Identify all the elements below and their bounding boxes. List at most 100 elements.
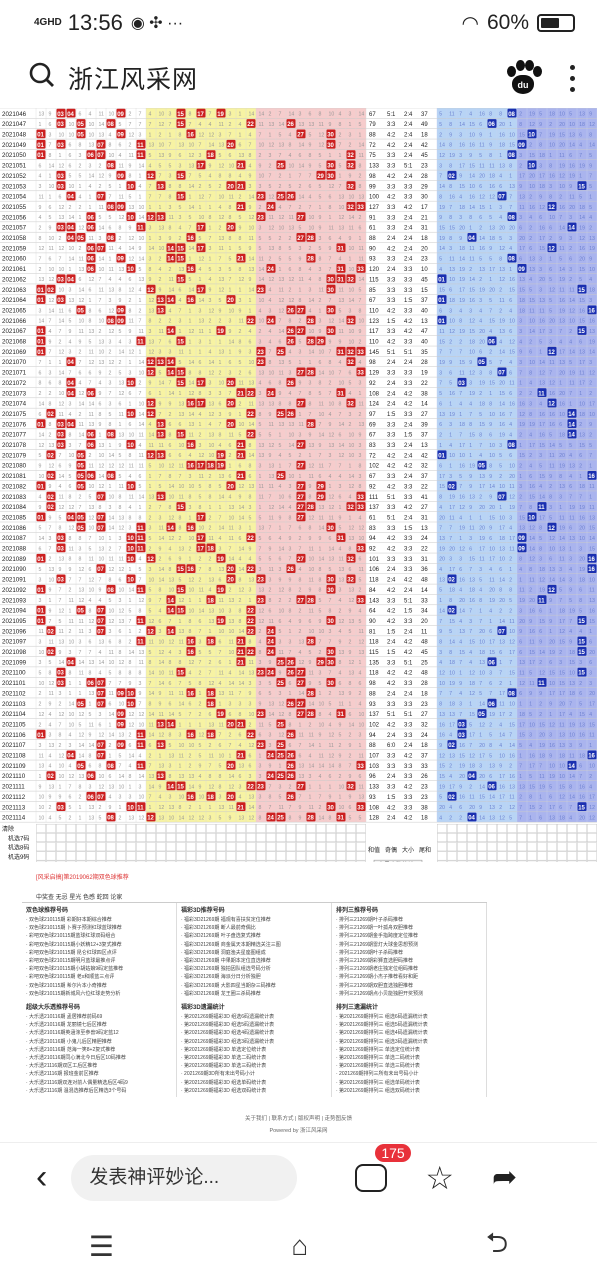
miss-count: 13 [359,650,365,656]
recommendation-link[interactable]: · 彩吧双色球210115期小胡姑娘9码定蓝推荐 [26,965,172,973]
recommendation-link[interactable]: · 第2021269期排列三 组选5码遗漏统计表 [336,1021,482,1029]
baidu-paw-icon[interactable]: du [504,60,542,96]
blue-miss-count: 10 [569,319,575,325]
comments-icon[interactable]: 175 [355,1143,411,1192]
selector-cell [266,851,276,861]
recommendation-link[interactable]: · 排列三21269期双胆直选独胆推荐 [336,982,482,990]
recommendation-link[interactable]: · 福彩3D21269期 海派分日分析独胆 [181,973,327,981]
recommendation-link[interactable]: · 彩吧双色球210115期小妖精12+3复式推荐 [26,941,172,949]
recommendation-link[interactable]: · 双色球210115期 彩期好本期综合推荐 [26,916,172,924]
recommendation-link[interactable]: · 第2021269期福彩3D 单选定位统计表 [181,1046,327,1054]
recommendation-link[interactable]: · 大乐透21116期 温混选推荐后区精选3个号码 [26,1087,172,1095]
recommendation-link[interactable]: · 排列三21269期彩狮直选胆码推荐 [336,957,482,965]
red-ball-number: 15 [177,609,184,615]
recommendation-link[interactable]: · 双色球210115期 卜赛子预测红球蓝球推荐 [26,924,172,932]
recommendation-link[interactable]: · 第2021269期排列三 单选二码统计表 [336,1054,482,1062]
blue-miss-count: 14 [499,401,505,407]
blue-miss-count: 8 [549,194,552,200]
recommendation-link[interactable]: · 第2021269期福彩3D 组选3码遗漏统计表 [181,1038,327,1046]
recommendation-link[interactable]: · 大乐透210116期 范海一笑8+2复式推荐 [26,1046,172,1054]
recommendation-link[interactable]: · 第2021269期排列三 组选4码遗漏统计表 [336,1029,482,1037]
recommendation-link[interactable]: · 排列三21269期点小贝能独胆开奖预测 [336,990,482,998]
recommendation-link[interactable]: · 大乐透21116期 报班金前区推荐 [26,1070,172,1078]
miss-count: 10 [49,184,55,190]
recommendation-link[interactable]: · 第2021269期排列三 单选定位统计表 [336,1046,482,1054]
recommendation-link[interactable]: · 大乐透210116期 龙丽镜七后区推荐 [26,1021,172,1029]
blue-miss-count: 7 [449,350,452,356]
recommendation-link[interactable]: · 福彩3D21269期 大影四星当期杂三码推荐 [181,982,327,990]
recommendation-link[interactable]: · 大乐透210116期 小鬼儿后区精胆推荐 [26,1038,172,1046]
miss-count: 12 [279,712,285,718]
miss-count: 8 [139,515,142,521]
recommendation-link[interactable]: · 排列三21269期金手指跨度定位推荐 [336,932,482,940]
recommendation-link[interactable]: · 福彩3D21269期 叶子盘选复式推荐 [181,932,327,940]
recommendation-link[interactable]: · 福彩3D21269期 洞庭渔夫星座图组成 [181,949,327,957]
recommendation-link[interactable]: · 排列三21269期叶子杀码推荐 [336,916,482,924]
recommendation-link[interactable]: · 双色球210115期新城风六位红球走势分析 [26,990,172,998]
miss-count: 9 [319,215,322,221]
footer-links[interactable]: 关于我们 | 联系方式 | 版权声明 | 走势图反馈 [0,1114,597,1122]
search-icon[interactable] [28,61,56,96]
recommendation-link[interactable]: · 大乐透210116期英涵涤至参兽9码定蓝12 [26,1029,172,1037]
recommendation-link[interactable]: · 第2021269期排列三 组选单码统计表 [336,1079,482,1087]
recommendation-link[interactable]: · 福彩3D21269期 独拍因队组选号码分析 [181,965,327,973]
miss-count: 9 [99,391,102,397]
recommendation-link[interactable]: · 第2021269期福彩3D 单选二码统计表 [181,1054,327,1062]
recommendation-link[interactable]: · 大乐透21116期双区工后区推荐 [26,1062,172,1070]
recommendation-link[interactable]: · 2021269期3D所有未出号码小计 [181,1070,327,1078]
browser-search-bar[interactable]: 浙江风采网 du [0,52,597,104]
selector-cell [186,851,196,861]
home-icon[interactable]: ⌂ [291,1230,308,1262]
recommendation-link[interactable]: · 第2021269期福彩3D 组选单码统计表 [181,1079,327,1087]
share-icon[interactable]: ➦ [492,1160,517,1195]
miss-count: 3 [249,184,252,190]
site-nav-links[interactable]: 中奖查 无忌 星光 色感 蛇回 论家 [36,892,122,901]
recommendation-link[interactable]: · 第2021269期排列三 组选3码遗漏统计表 [336,1038,482,1046]
big-small-ratio: 3:3 [404,371,413,377]
recommendation-link[interactable]: · 第2021269期福彩3D 组选4码遗漏统计表 [181,1029,327,1037]
menu-icon[interactable]: ☰ [89,1230,114,1263]
recommendation-link[interactable]: · 大乐透21116期双连对前人偶量精选后区4码9 [26,1079,172,1087]
more-menu-icon[interactable] [570,64,575,92]
blue-miss-count: 7 [569,702,572,708]
recommendation-link[interactable]: · 排列三21269期雷灯大球金思想预测 [336,941,482,949]
miss-count: 9 [159,288,162,294]
recommendation-link[interactable]: · 第2021269期排列三 组选双码统计表 [336,1087,482,1095]
recommendation-link[interactable]: · 第2021269期福彩3D 单选三码统计表 [181,1062,327,1070]
back-arrow-icon[interactable]: ‹ [36,1158,47,1197]
recommendation-link[interactable]: · 2021269期排列三所有未出号码小计 [336,1070,482,1078]
miss-count: 9 [49,795,52,801]
recommendation-link[interactable]: · 福彩3D21269期 商金属天本期精选关注三图 [181,941,327,949]
recommendation-link[interactable]: · 彩吧双色球210115期 昆仑红球四区点评 [26,949,172,957]
recommendation-link[interactable]: · 排列三21269期小杰子推荐看好和距 [336,973,482,981]
comment-input[interactable]: 发表神评妙论... [71,1154,298,1201]
recommendation-link[interactable]: · 第2021269期福彩3D 组选双码统计表 [181,1087,327,1095]
tail-sum: 37 [421,112,428,118]
recommendation-link[interactable]: · 第2021269期排列三 单选三码统计表 [336,1062,482,1070]
search-query[interactable]: 浙江风采网 [68,60,198,96]
blue-miss-count: 2 [479,391,482,397]
recommendation-link[interactable]: · 福彩3D21269期 断人最前奇偶比 [181,924,327,932]
recommendation-link[interactable]: · 第2021269期福彩3D 组选6码遗漏统计表 [181,1013,327,1021]
miss-count: 4 [229,671,232,677]
promo-link[interactable]: [风采启搞]第2019062期双色球推荐 [36,872,129,881]
recommendation-link[interactable]: · 排列三21269期一叶孤舟双胆推荐 [336,924,482,932]
back-nav-icon[interactable]: ⮌ [486,1222,508,1270]
recommendation-link[interactable]: · 双色球210115期 希尔片本小奇推荐 [26,982,172,990]
recommendation-link[interactable]: · 第2021269期福彩3D 组选5码遗漏统计表 [181,1021,327,1029]
recommendation-link[interactable]: · 福彩3D21269期 中果期本定位直选推荐 [181,957,327,965]
recommendation-link[interactable]: · 彩吧双色球210115期 老x和顺蓝三点评 [26,973,172,981]
recommendation-link[interactable]: · 大乐透210116期同心满北今日后区10码推荐 [26,1054,172,1062]
recommendation-link[interactable]: · 彩吧双色球210115期蓝球红球双码组合 [26,932,172,940]
recommendation-link[interactable]: · 大乐透210116期 孟居推荐前码69 [26,1013,172,1021]
red-ball-number: 05 [77,609,84,615]
recommendation-link[interactable]: · 彩吧双色球210115期明月蓝球最推点评 [26,957,172,965]
recommendation-link[interactable]: · 排列三21269期老庄独定位组码推荐 [336,965,482,973]
recommendation-link[interactable]: · 排列三21269期叶子杀码推荐 [336,949,482,957]
recommendation-link[interactable]: · 福彩3D21269期 福观有喜扶贫定位推荐 [181,916,327,924]
recommendation-link[interactable]: · 第2021269期排列三 组选6码遗漏统计表 [336,1013,482,1021]
recommendation-link[interactable]: · 福彩3D21269期 龙王圈三杀码推荐 [181,990,327,998]
favorite-star-icon[interactable]: ☆ [425,1159,454,1197]
blue-miss-count: 11 [489,163,494,169]
miss-count: 10 [59,288,65,294]
